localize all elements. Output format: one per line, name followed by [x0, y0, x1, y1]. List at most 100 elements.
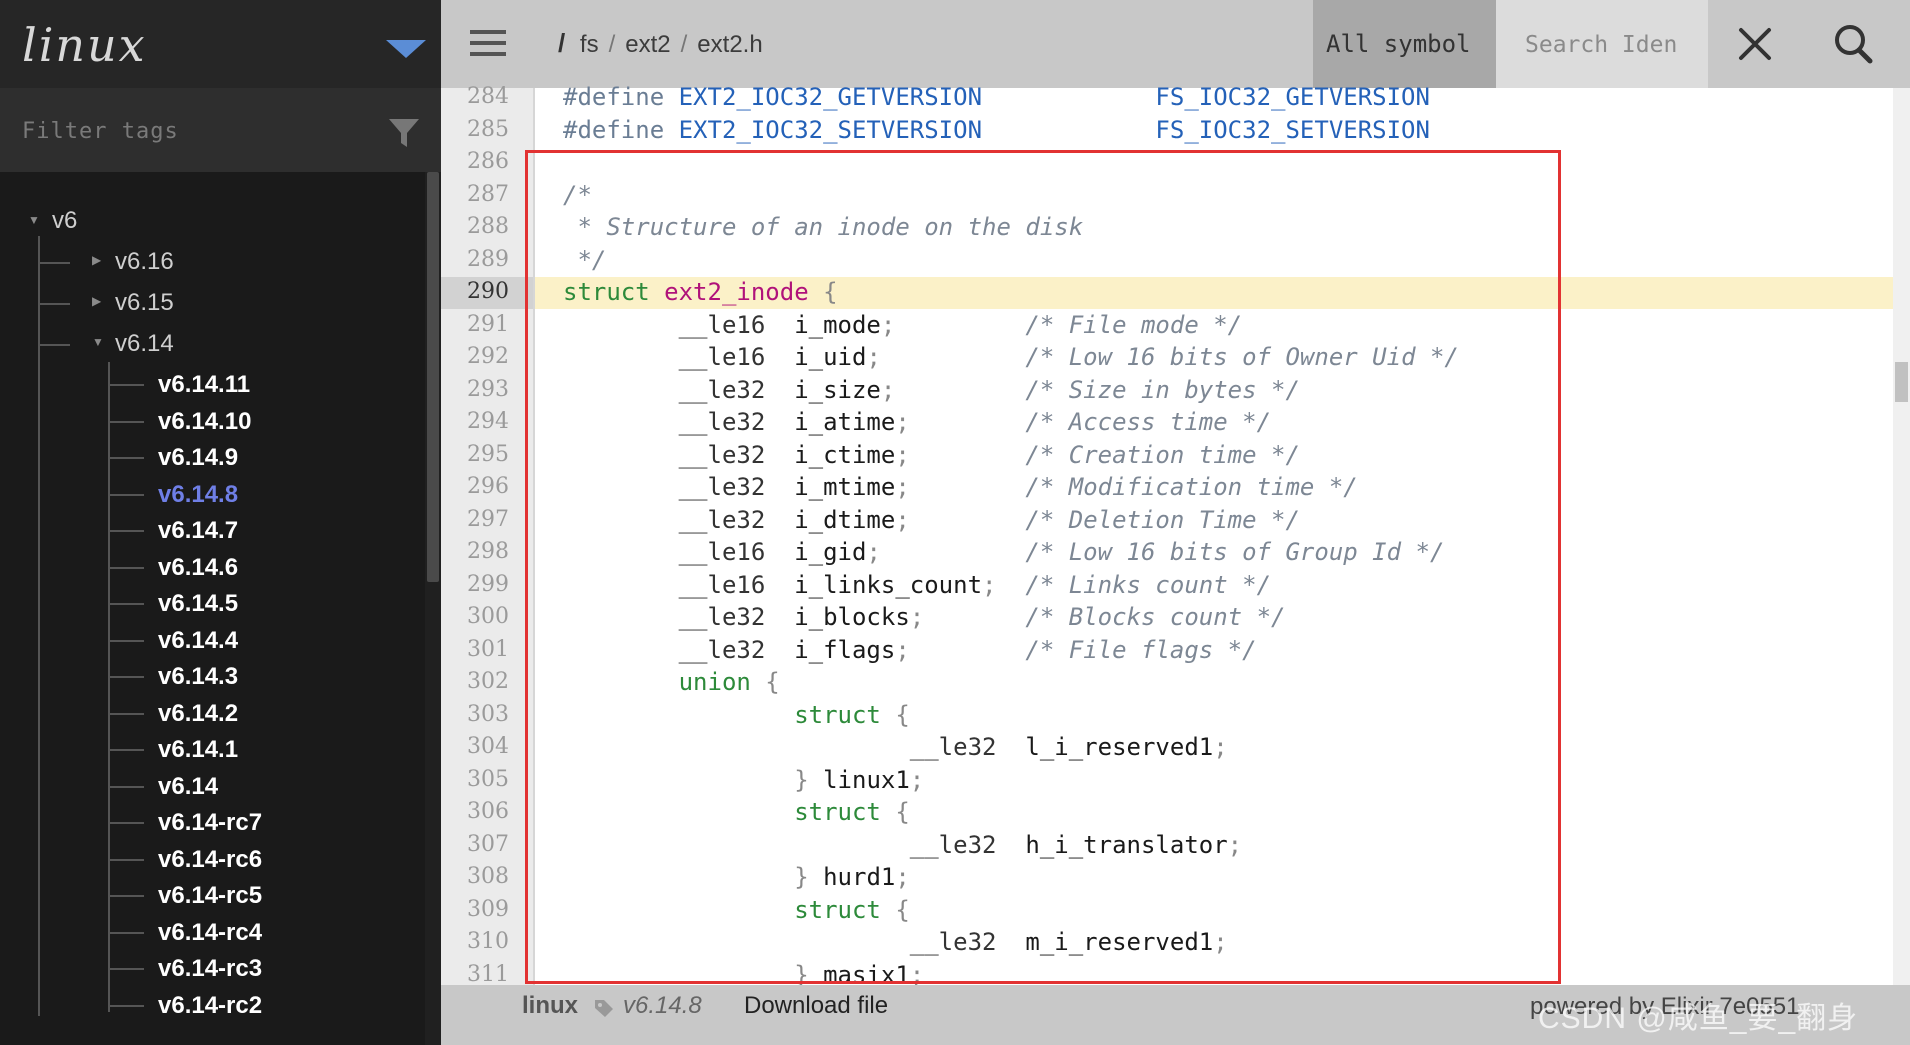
line-number[interactable]: 301 [441, 634, 509, 666]
code-scrollbar-thumb[interactable] [1895, 362, 1908, 402]
line-number[interactable]: 299 [441, 569, 509, 601]
code-identifier-link[interactable]: FS_IOC32_SETVERSION [1155, 116, 1430, 144]
line-number[interactable]: 293 [441, 374, 509, 406]
search-icon[interactable] [1802, 0, 1910, 88]
code-identifier-link[interactable]: i_size [794, 376, 881, 404]
line-number[interactable]: 285 [441, 114, 509, 146]
code-identifier-link[interactable]: hurd1 [823, 863, 895, 891]
line-number[interactable]: 288 [441, 211, 509, 243]
tree-group-v6-15[interactable]: v6.15 [115, 288, 174, 318]
code-token: ; [895, 441, 910, 469]
code-identifier-link[interactable]: i_flags [794, 636, 895, 664]
close-icon[interactable] [1708, 0, 1802, 88]
code-identifier-link[interactable]: i_links_count [794, 571, 982, 599]
version-item[interactable]: v6.14.11 [158, 370, 250, 400]
search-button[interactable] [1802, 0, 1910, 88]
expand-arrow-icon[interactable]: ▶ [92, 294, 101, 308]
code-identifier-link[interactable]: h_i_translator [1025, 831, 1227, 859]
filter-funnel-icon[interactable] [387, 116, 421, 150]
line-number[interactable]: 303 [441, 699, 509, 731]
code-identifier-link[interactable]: i_mtime [794, 473, 895, 501]
line-number[interactable]: 307 [441, 829, 509, 861]
version-item[interactable]: v6.14.6 [158, 553, 238, 583]
code-identifier-link[interactable]: i_gid [794, 538, 866, 566]
code-identifier-link[interactable]: m_i_reserved1 [1025, 928, 1213, 956]
footer-version[interactable]: v6.14.8 [623, 992, 702, 1020]
tree-line [108, 858, 144, 861]
hamburger-menu-icon[interactable] [470, 30, 506, 56]
breadcrumb-fs[interactable]: fs [580, 31, 599, 58]
download-file-link[interactable]: Download file [744, 992, 888, 1020]
line-number[interactable]: 289 [441, 244, 509, 276]
version-item[interactable]: v6.14 [158, 772, 218, 802]
line-number[interactable]: 292 [441, 341, 509, 373]
line-number[interactable]: 309 [441, 894, 509, 926]
line-number[interactable]: 290 [441, 276, 509, 308]
version-item[interactable]: v6.14.8 [158, 480, 238, 510]
version-item[interactable]: v6.14.10 [158, 407, 251, 437]
line-number[interactable]: 297 [441, 504, 509, 536]
line-number[interactable]: 294 [441, 406, 509, 438]
line-number[interactable]: 305 [441, 764, 509, 796]
breadcrumb-root[interactable]: / [558, 28, 565, 58]
version-item[interactable]: v6.14-rc2 [158, 991, 262, 1021]
line-number[interactable]: 302 [441, 666, 509, 698]
version-item[interactable]: v6.14.5 [158, 589, 238, 619]
expand-arrow-icon[interactable]: ▼ [92, 335, 104, 349]
line-number[interactable]: 298 [441, 536, 509, 568]
line-number[interactable]: 295 [441, 439, 509, 471]
close-search-button[interactable] [1708, 0, 1802, 88]
project-menu-chevron-icon[interactable] [386, 40, 426, 58]
line-number[interactable]: 284 [441, 81, 509, 113]
breadcrumb-file[interactable]: ext2.h [697, 31, 762, 58]
version-item[interactable]: v6.14.4 [158, 626, 238, 656]
code-line: struct { [563, 894, 910, 926]
line-number[interactable]: 308 [441, 861, 509, 893]
expand-arrow-icon[interactable]: ▼ [28, 213, 40, 227]
version-item[interactable]: v6.14-rc7 [158, 808, 262, 838]
code-identifier-link[interactable]: i_atime [794, 408, 895, 436]
search-identifier-input[interactable] [1523, 27, 1697, 63]
code-scrollbar[interactable] [1893, 88, 1910, 985]
tree-root-v6[interactable]: v6 [52, 206, 77, 236]
line-number[interactable]: 306 [441, 796, 509, 828]
line-number[interactable]: 310 [441, 926, 509, 958]
version-item[interactable]: v6.14.9 [158, 443, 238, 473]
line-number[interactable]: 304 [441, 731, 509, 763]
tree-group-v6-14[interactable]: v6.14 [115, 329, 174, 359]
footer-project[interactable]: linux [522, 992, 578, 1020]
version-item[interactable]: v6.14-rc6 [158, 845, 262, 875]
code-identifier-link[interactable]: ext2_inode [664, 278, 809, 306]
code-identifier-link[interactable]: FS_IOC32_GETVERSION [1155, 83, 1430, 111]
line-number[interactable]: 291 [441, 309, 509, 341]
line-number[interactable]: 287 [441, 179, 509, 211]
code-identifier-link[interactable]: i_uid [794, 343, 866, 371]
code-identifier-link[interactable]: i_blocks [794, 603, 910, 631]
code-identifier-link[interactable]: linux1 [823, 766, 910, 794]
line-number[interactable]: 296 [441, 471, 509, 503]
code-identifier-link[interactable]: EXT2_IOC32_GETVERSION [679, 83, 982, 111]
code-identifier-link[interactable]: l_i_reserved1 [1025, 733, 1213, 761]
tree-scrollbar-thumb[interactable] [427, 172, 439, 582]
code-identifier-link[interactable]: i_ctime [794, 441, 895, 469]
code-identifier-link[interactable]: i_dtime [794, 506, 895, 534]
line-number[interactable]: 300 [441, 601, 509, 633]
tree-line [108, 712, 144, 715]
line-number[interactable]: 286 [441, 146, 509, 178]
symbol-filter-select[interactable]: All symbol [1326, 30, 1471, 58]
expand-arrow-icon[interactable]: ▶ [92, 253, 101, 267]
version-item[interactable]: v6.14.3 [158, 662, 238, 692]
code-identifier-link[interactable]: i_mode [794, 311, 881, 339]
code-line: __le32 i_atime; /* Access time */ [563, 406, 1271, 438]
tree-group-v6-16[interactable]: v6.16 [115, 247, 174, 277]
version-item[interactable]: v6.14-rc4 [158, 918, 262, 948]
project-title[interactable]: linux [22, 18, 147, 72]
code-identifier-link[interactable]: EXT2_IOC32_SETVERSION [679, 116, 982, 144]
version-item[interactable]: v6.14.1 [158, 735, 238, 765]
version-item[interactable]: v6.14-rc5 [158, 881, 262, 911]
filter-tags-input[interactable] [20, 112, 364, 150]
breadcrumb-ext2[interactable]: ext2 [625, 31, 670, 58]
version-item[interactable]: v6.14.2 [158, 699, 238, 729]
version-item[interactable]: v6.14.7 [158, 516, 238, 546]
version-item[interactable]: v6.14-rc3 [158, 954, 262, 984]
